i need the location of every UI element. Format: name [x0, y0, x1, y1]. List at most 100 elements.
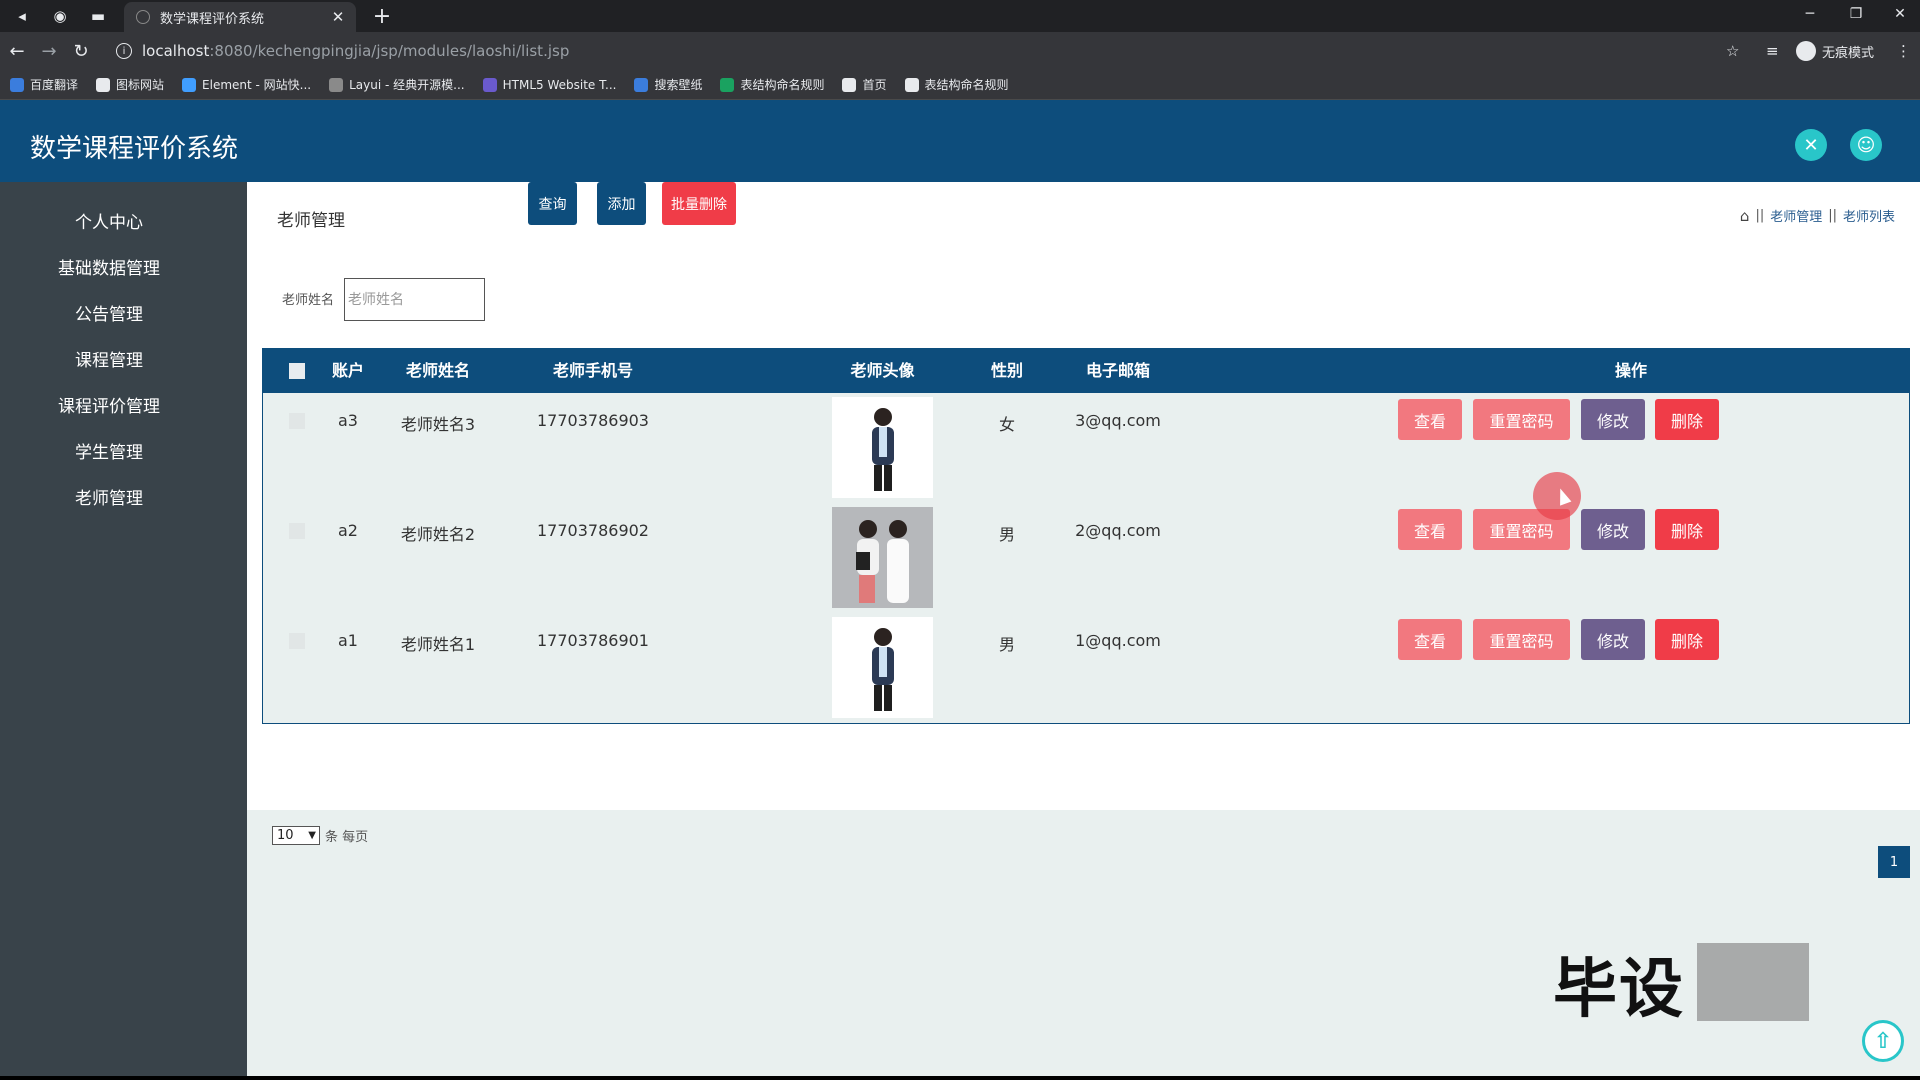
- watermark-text: 毕设: [1553, 953, 1685, 1027]
- bookmarks-bar: 百度翻译 图标网站 Element - 网站快... Layui - 经典开源模...…: [0, 70, 1920, 100]
- cell-account: a1: [338, 631, 358, 650]
- delete-button[interactable]: 删除: [1655, 399, 1719, 440]
- table-header: 账户 老师姓名 老师手机号 老师头像 性别 电子邮箱 操作: [263, 349, 1909, 393]
- teacher-table: 账户 老师姓名 老师手机号 老师头像 性别 电子邮箱 操作 a3 老师姓名3 1…: [262, 348, 1910, 724]
- reset-password-button[interactable]: 重置密码: [1473, 619, 1570, 660]
- add-button[interactable]: 添加: [597, 182, 646, 225]
- sidebar-item-teachers[interactable]: 老师管理: [0, 484, 218, 514]
- table-row: a1 老师姓名1 17703786901 男 1@qq.com 查看 重置密码: [263, 613, 1909, 723]
- url-host: localhost: [142, 42, 210, 60]
- watermark-blur: [1697, 943, 1809, 1021]
- pagination-page-1[interactable]: 1: [1878, 846, 1910, 878]
- bookmark-label: 表结构命名规则: [740, 78, 825, 92]
- column-header: 性别: [990, 361, 1023, 380]
- reload-icon[interactable]: ↻: [68, 38, 94, 64]
- column-header: 电子邮箱: [1085, 361, 1150, 380]
- column-header: 操作: [1614, 361, 1647, 380]
- new-tab-icon[interactable]: +: [368, 3, 396, 29]
- bookmark-item[interactable]: 搜索壁纸: [634, 76, 702, 93]
- browser-menu-icon[interactable]: ⋮: [1896, 39, 1911, 63]
- delete-button[interactable]: 删除: [1655, 509, 1719, 550]
- bookmark-item[interactable]: 表结构命名规则: [904, 76, 1009, 93]
- select-all-checkbox[interactable]: [289, 363, 305, 379]
- user-avatar-icon[interactable]: ☺: [1850, 129, 1882, 161]
- back-to-top-icon[interactable]: ⇧: [1862, 1020, 1904, 1062]
- row-checkbox[interactable]: [289, 413, 305, 429]
- bookmark-label: 搜索壁纸: [654, 78, 703, 92]
- teacher-name-search-input[interactable]: [344, 278, 485, 321]
- teacher-avatar: [832, 397, 933, 498]
- breadcrumb-item: 老师列表: [1842, 210, 1895, 225]
- sidebar-item-notices[interactable]: 公告管理: [0, 300, 218, 330]
- cell-name: 老师姓名3: [400, 415, 476, 434]
- cell-gender: 男: [998, 525, 1015, 544]
- breadcrumb: ⌂ || 老师管理 || 老师列表: [1739, 206, 1895, 226]
- view-button[interactable]: 查看: [1398, 509, 1462, 550]
- row-checkbox[interactable]: [289, 523, 305, 539]
- sidebar-item-profile[interactable]: 个人中心: [0, 208, 218, 238]
- app-header: 数学课程评价系统 ✕ ☺: [0, 100, 1920, 182]
- address-bar[interactable]: i localhost:8080/kechengpingjia/jsp/modu…: [104, 36, 1768, 66]
- teacher-avatar: [832, 507, 933, 608]
- sidebar-item-course-reviews[interactable]: 课程评价管理: [0, 392, 218, 422]
- fullscreen-toggle-icon[interactable]: ✕: [1795, 129, 1827, 161]
- bookmark-item[interactable]: 百度翻译: [10, 76, 78, 93]
- browser-logo-icon[interactable]: ◉: [48, 4, 72, 28]
- bookmark-favicon-icon: [329, 77, 344, 92]
- tab-search-icon[interactable]: ◂: [10, 4, 34, 28]
- cell-email: 1@qq.com: [1075, 631, 1161, 650]
- tab-title: 数学课程评价系统: [160, 11, 265, 27]
- bookmark-label: 首页: [862, 78, 887, 92]
- cell-phone: 17703786902: [537, 521, 649, 540]
- edit-button[interactable]: 修改: [1581, 399, 1645, 440]
- back-icon[interactable]: ←: [4, 38, 30, 64]
- tab-close-icon[interactable]: ✕: [328, 8, 348, 26]
- window-close-icon[interactable]: ✕: [1878, 0, 1920, 28]
- bookmark-item[interactable]: HTML5 Website T...: [482, 77, 616, 92]
- sidebar: 个人中心 基础数据管理 公告管理 课程管理 课程评价管理 学生管理 老师管理: [0, 182, 247, 1076]
- home-icon[interactable]: ⌂: [1740, 207, 1750, 225]
- column-header: 老师头像: [850, 361, 915, 380]
- reset-password-button[interactable]: 重置密码: [1473, 399, 1570, 440]
- bookmark-item[interactable]: Element - 网站快...: [182, 76, 311, 93]
- browser-tab-active[interactable]: 数学课程评价系统 ✕: [124, 2, 356, 32]
- cell-phone: 17703786903: [537, 411, 649, 430]
- cell-email: 3@qq.com: [1075, 411, 1161, 430]
- cell-phone: 17703786901: [537, 631, 649, 650]
- bookmark-favicon-icon: [634, 77, 649, 92]
- column-header: 老师姓名: [405, 361, 470, 380]
- cell-name: 老师姓名1: [400, 635, 476, 654]
- site-info-icon[interactable]: i: [116, 43, 132, 59]
- bookmark-item[interactable]: Layui - 经典开源模...: [329, 76, 465, 93]
- sidebar-item-base-data[interactable]: 基础数据管理: [0, 254, 218, 284]
- main-content: 老师管理 ⌂ || 老师管理 || 老师列表 老师姓名 查询 添加 批量删除 账…: [247, 182, 1920, 878]
- page-size-select[interactable]: 10 ▼: [272, 826, 320, 845]
- breadcrumb-item[interactable]: 老师管理: [1770, 206, 1822, 225]
- window-restore-icon[interactable]: ❐: [1834, 0, 1878, 28]
- view-button[interactable]: 查看: [1398, 619, 1462, 660]
- url-path: :8080/kechengpingjia/jsp/modules/laoshi/…: [209, 42, 570, 60]
- column-header: 老师手机号: [552, 361, 633, 380]
- browser-tab-bar: ◂ ◉ ▬ 数学课程评价系统 ✕ + ─ ❐ ✕: [0, 0, 1920, 32]
- sidebar-item-students[interactable]: 学生管理: [0, 438, 218, 468]
- forward-icon[interactable]: →: [36, 38, 62, 64]
- cell-account: a3: [338, 411, 358, 430]
- incognito-indicator[interactable]: 无痕模式: [1796, 39, 1874, 63]
- window-minimize-icon[interactable]: ─: [1788, 0, 1832, 28]
- row-checkbox[interactable]: [289, 633, 305, 649]
- batch-delete-button[interactable]: 批量删除: [662, 182, 736, 225]
- bookmark-star-icon[interactable]: ☆: [1726, 39, 1739, 63]
- cell-gender: 男: [998, 635, 1015, 654]
- view-button[interactable]: 查看: [1398, 399, 1462, 440]
- bookmark-item[interactable]: 表结构命名规则: [720, 76, 824, 93]
- cell-email: 2@qq.com: [1075, 521, 1161, 540]
- query-button[interactable]: 查询: [528, 182, 577, 225]
- sidebar-item-courses[interactable]: 课程管理: [0, 346, 218, 376]
- tab-groups-icon[interactable]: ▬: [86, 4, 110, 28]
- reading-list-icon[interactable]: ≡: [1766, 39, 1779, 63]
- edit-button[interactable]: 修改: [1581, 619, 1645, 660]
- delete-button[interactable]: 删除: [1655, 619, 1719, 660]
- bookmark-item[interactable]: 图标网站: [96, 76, 164, 93]
- bookmark-item[interactable]: 首页: [842, 76, 887, 93]
- edit-button[interactable]: 修改: [1581, 509, 1645, 550]
